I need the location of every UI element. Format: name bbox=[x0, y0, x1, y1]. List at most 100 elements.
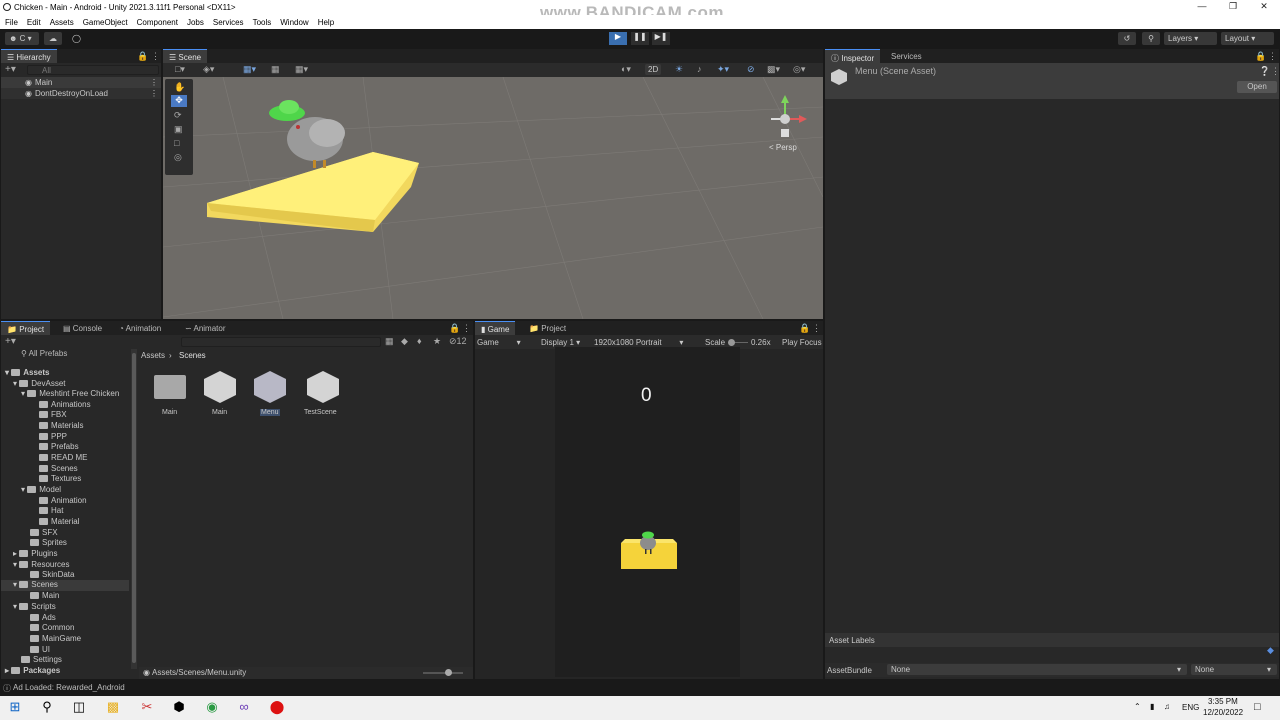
menu-gameobject[interactable]: GameObject bbox=[83, 18, 128, 27]
volume-icon[interactable]: ♫ bbox=[1164, 702, 1170, 711]
close-button[interactable]: ✕ bbox=[1255, 1, 1273, 12]
play-button[interactable]: ▶ bbox=[609, 32, 627, 45]
layout-dropdown[interactable]: Layout ▾ bbox=[1221, 32, 1274, 45]
tab-animator[interactable]: ∽ Animator bbox=[179, 321, 232, 335]
hidden-count-icon[interactable]: ⊘12 bbox=[449, 336, 467, 347]
search-icon[interactable]: ⚲ bbox=[1142, 32, 1160, 45]
windows-start-icon[interactable]: ⊞ bbox=[6, 699, 24, 717]
more-icon[interactable]: ⋮ bbox=[150, 78, 158, 87]
search-by-type-icon[interactable]: ▦ bbox=[385, 336, 394, 347]
tree-scripts[interactable]: ▾ Scripts bbox=[13, 602, 56, 611]
notification-icon[interactable]: □ bbox=[1254, 701, 1261, 713]
menu-tools[interactable]: Tools bbox=[253, 18, 272, 27]
asset-scene-testscene[interactable]: TestScene bbox=[303, 371, 343, 421]
tree-scenes-selected[interactable]: ▾ Scenes bbox=[1, 580, 129, 591]
lighting-icon[interactable]: ☀ bbox=[675, 64, 683, 75]
asset-folder-main[interactable]: Main bbox=[153, 371, 187, 421]
tree-plugins[interactable]: ▸ Plugins bbox=[13, 549, 58, 558]
rotate-tool-icon[interactable]: ⟳ bbox=[174, 110, 182, 121]
more-icon[interactable]: ⋮ bbox=[812, 323, 821, 334]
visibility-icon[interactable]: ⊘ bbox=[747, 64, 755, 75]
tree-readme[interactable]: READ ME bbox=[39, 453, 87, 462]
tree-settings[interactable]: Settings bbox=[21, 655, 62, 664]
lock-icon[interactable]: 🔒 bbox=[449, 323, 460, 334]
task-view-icon[interactable]: ◫ bbox=[70, 699, 88, 717]
menu-component[interactable]: Component bbox=[137, 18, 178, 27]
lock-icon[interactable]: 🔒 bbox=[137, 51, 148, 62]
more-icon[interactable]: ⋮ bbox=[1268, 51, 1277, 62]
network-icon[interactable]: ▮ bbox=[1150, 702, 1154, 711]
hierarchy-search-input[interactable]: All bbox=[27, 65, 159, 75]
pause-button[interactable]: ❚❚ bbox=[631, 32, 649, 45]
tree-hat[interactable]: Hat bbox=[39, 506, 63, 515]
scale-tool-icon[interactable]: ▣ bbox=[174, 124, 183, 135]
tree-ppp[interactable]: PPP bbox=[39, 432, 67, 441]
visual-studio-icon[interactable]: ∞ bbox=[235, 699, 253, 717]
unity-hub-icon[interactable]: ⬢ bbox=[170, 699, 188, 717]
tab-project-2[interactable]: 📁 Project bbox=[523, 321, 572, 335]
scene-viewport[interactable]: ✋ ✥ ⟳ ▣ □ ◎ < Persp bbox=[163, 77, 823, 319]
snap-icon[interactable]: ▦ bbox=[271, 64, 280, 75]
camera-icon[interactable]: ▩▾ bbox=[767, 64, 780, 75]
maximize-button[interactable]: ❐ bbox=[1224, 1, 1242, 12]
tree-fbx[interactable]: FBX bbox=[39, 410, 67, 419]
tree-meshtint[interactable]: ▾ Meshtint Free Chicken bbox=[21, 389, 119, 398]
tree-sprites[interactable]: Sprites bbox=[30, 538, 67, 547]
resolution-dropdown[interactable]: 1920x1080 Portrait ▾ bbox=[594, 338, 683, 347]
tree-skindata[interactable]: SkinData bbox=[30, 570, 74, 579]
tree-animations[interactable]: Animations bbox=[39, 400, 91, 409]
tag-icon[interactable]: ♦ bbox=[417, 336, 422, 346]
rect-tool-icon[interactable]: □ bbox=[174, 138, 179, 148]
minimize-button[interactable]: — bbox=[1193, 1, 1211, 11]
tree-resources[interactable]: ▾ Resources bbox=[13, 560, 70, 569]
tree-common[interactable]: Common bbox=[30, 623, 74, 632]
tree-materials[interactable]: Materials bbox=[39, 421, 83, 430]
snipping-tool-icon[interactable]: ✂ bbox=[138, 699, 156, 717]
asset-scene-main[interactable]: Main bbox=[203, 371, 237, 421]
more-icon[interactable]: ⋮ bbox=[462, 323, 471, 334]
draw-mode-icon[interactable]: □▾ bbox=[175, 64, 185, 75]
gizmo-icon[interactable]: ◈▾ bbox=[203, 64, 214, 75]
tree-maingame[interactable]: MainGame bbox=[30, 634, 81, 643]
more-icon[interactable]: ⋮ bbox=[1271, 66, 1280, 77]
asset-variant-dropdown[interactable]: None ▾ bbox=[1191, 664, 1277, 675]
asset-scene-menu[interactable]: Menu bbox=[253, 371, 287, 421]
menu-file[interactable]: File bbox=[5, 18, 18, 27]
add-icon[interactable]: +▾ bbox=[5, 336, 16, 347]
tab-services[interactable]: Services bbox=[885, 49, 928, 63]
increment-icon[interactable]: ▦▾ bbox=[295, 64, 308, 75]
tree-scrollbar[interactable] bbox=[131, 349, 137, 669]
persp-label[interactable]: < Persp bbox=[769, 143, 797, 152]
game-viewport[interactable]: 0 bbox=[555, 347, 740, 677]
label-icon[interactable]: ◆ bbox=[401, 336, 408, 347]
hierarchy-item-main[interactable]: ◉ Main ⋮ bbox=[1, 77, 161, 88]
project-search-input[interactable] bbox=[181, 337, 381, 347]
lock-icon[interactable]: 🔒 bbox=[1255, 51, 1266, 62]
step-button[interactable]: ▶❚ bbox=[652, 32, 670, 45]
tree-prefabs[interactable]: Prefabs bbox=[39, 442, 79, 451]
audio-icon[interactable]: ♪ bbox=[697, 64, 702, 74]
menu-edit[interactable]: Edit bbox=[27, 18, 41, 27]
tree-scenes-main[interactable]: Main bbox=[30, 591, 59, 600]
label-icon[interactable]: ◆ bbox=[1267, 645, 1274, 656]
tab-game[interactable]: ▮ Game bbox=[475, 321, 516, 335]
clock-time[interactable]: 3:35 PM bbox=[1208, 697, 1238, 706]
move-tool-icon[interactable]: ✥ bbox=[171, 95, 187, 107]
add-icon[interactable]: +▾ bbox=[5, 64, 16, 75]
shading-icon[interactable]: ◐▾ bbox=[621, 64, 631, 75]
status-message[interactable]: Ad Loaded: Rewarded_Android bbox=[13, 683, 125, 692]
tree-ui[interactable]: UI bbox=[30, 645, 50, 654]
lock-icon[interactable]: 🔒 bbox=[799, 323, 810, 334]
chrome-icon[interactable]: ◉ bbox=[203, 699, 221, 717]
transform-tool-icon[interactable]: ◎ bbox=[174, 152, 182, 163]
tab-animation[interactable]: ◔ Animation bbox=[113, 321, 167, 335]
bandicam-icon[interactable]: ⬤ bbox=[268, 699, 286, 717]
breadcrumb-assets[interactable]: Assets bbox=[141, 351, 165, 360]
icon-size-slider-thumb[interactable] bbox=[445, 669, 452, 676]
search-icon[interactable]: ⚲ bbox=[38, 699, 56, 717]
menu-window[interactable]: Window bbox=[280, 18, 308, 27]
layers-dropdown[interactable]: Layers ▾ bbox=[1164, 32, 1217, 45]
tree-model[interactable]: ▾ Model bbox=[21, 485, 61, 494]
tray-chevron-icon[interactable]: ⌃ bbox=[1134, 702, 1141, 711]
clock-date[interactable]: 12/20/2022 bbox=[1203, 708, 1243, 717]
